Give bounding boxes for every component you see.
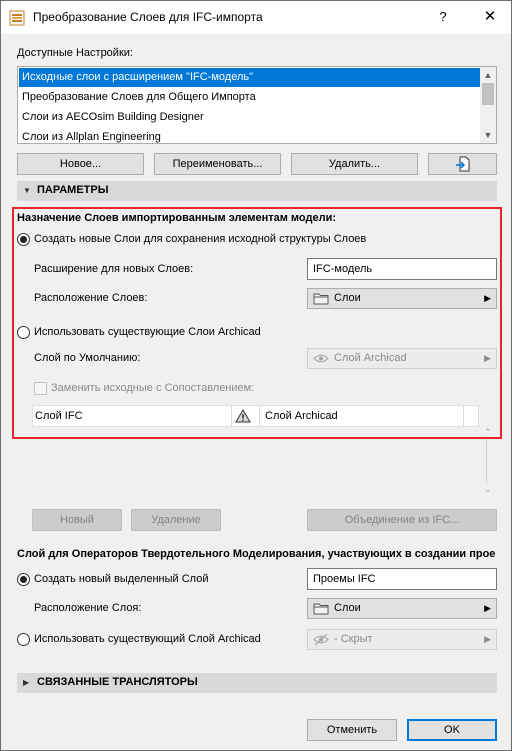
column-ifc-layer[interactable]: Слой IFC xyxy=(35,406,83,426)
layer-location-value: Слои xyxy=(334,292,361,304)
related-translators-header[interactable]: ▶ СВЯЗАННЫЕ ТРАНСЛЯТОРЫ xyxy=(17,673,497,693)
default-layer-popup[interactable]: Слой Archicad ▶ xyxy=(307,348,497,369)
create-dedicated-layer-radio[interactable] xyxy=(17,573,30,586)
dedicated-layer-field[interactable]: Проемы IFC xyxy=(307,568,497,590)
solid-layer-location-label: Расположение Слоя: xyxy=(34,602,142,614)
window-title: Преобразование Слоев для IFC-импорта xyxy=(33,10,263,24)
eye-icon xyxy=(313,633,329,646)
layer-location-label: Расположение Слоев: xyxy=(34,292,148,304)
scroll-down-icon[interactable]: ⌄ xyxy=(484,484,492,495)
extension-field[interactable]: IFC-модель xyxy=(307,258,497,280)
folder-icon xyxy=(313,603,329,615)
column-divider xyxy=(231,406,232,426)
use-existing-layers-radio[interactable] xyxy=(17,326,30,339)
layer-location-popup[interactable]: Слои ▶ xyxy=(307,288,497,309)
import-icon xyxy=(455,156,469,172)
list-item[interactable]: Слои из AECOsim Building Designer xyxy=(19,108,481,127)
default-layer-value: Слой Archicad xyxy=(334,352,407,364)
mapping-table-scrollbar[interactable]: ⌃ ⌄ xyxy=(482,427,496,497)
scroll-down-icon[interactable]: ▼ xyxy=(480,128,496,142)
use-existing-layer-radio[interactable] xyxy=(17,633,30,646)
chevron-right-icon: ▶ xyxy=(23,678,30,687)
import-button[interactable] xyxy=(428,153,497,175)
chevron-down-icon: ▼ xyxy=(23,186,31,195)
default-layer-label: Слой по Умолчанию: xyxy=(34,352,141,364)
replace-mapping-label: Заменить исходные с Сопоставлением: xyxy=(51,382,255,394)
solid-layer-location-popup[interactable]: Слои ▶ xyxy=(307,598,497,619)
scroll-up-icon[interactable]: ⌃ xyxy=(484,427,492,438)
use-existing-layer-label: Использовать существующий Слой Archicad xyxy=(34,633,261,645)
mapping-table-header: Слой IFC Слой Archicad xyxy=(32,405,479,427)
scroll-up-icon[interactable]: ▲ xyxy=(480,68,496,82)
settings-label: Доступные Настройки: xyxy=(17,47,133,59)
delete-setting-button[interactable]: Удалить... xyxy=(291,153,418,175)
list-item[interactable]: Преобразование Слоев для Общего Импорта xyxy=(19,88,481,107)
column-divider xyxy=(463,406,464,426)
list-scrollbar[interactable]: ▲ ▼ xyxy=(480,67,496,143)
mapping-new-button[interactable]: Новый xyxy=(32,509,122,531)
close-button[interactable]: ✕ xyxy=(479,7,501,27)
scroll-track xyxy=(486,439,487,483)
chevron-right-icon: ▶ xyxy=(484,603,491,613)
parameters-section-header[interactable]: ▼ ПАРАМЕТРЫ xyxy=(17,181,497,201)
create-new-layers-radio[interactable] xyxy=(17,233,30,246)
solid-layer-location-value: Слои xyxy=(334,602,361,614)
list-item[interactable]: Слои из Allplan Engineering xyxy=(19,128,481,143)
chevron-right-icon: ▶ xyxy=(484,293,491,303)
extension-label: Расширение для новых Слоев: xyxy=(34,263,194,275)
use-existing-layers-label: Использовать существующие Слои Archicad xyxy=(34,326,261,338)
title-bar: Преобразование Слоев для IFC-импорта ? ✕ xyxy=(1,1,511,34)
list-item[interactable]: Исходные слои с расширением "IFC-модель" xyxy=(19,68,481,87)
folder-icon xyxy=(313,293,329,305)
parameters-section-title: ПАРАМЕТРЫ xyxy=(37,184,109,196)
warning-icon xyxy=(235,409,251,423)
create-dedicated-layer-label: Создать новый выделенный Слой xyxy=(34,573,209,585)
chevron-right-icon: ▶ xyxy=(484,634,491,644)
rename-setting-button[interactable]: Переименовать... xyxy=(154,153,281,175)
ok-button[interactable]: OK xyxy=(407,719,497,741)
dialog-window: Преобразование Слоев для IFC-импорта ? ✕… xyxy=(0,0,512,751)
chevron-right-icon: ▶ xyxy=(484,353,491,363)
mapping-delete-button[interactable]: Удаление xyxy=(131,509,221,531)
existing-layer-popup[interactable]: - Скрыт ▶ xyxy=(307,629,497,650)
new-setting-button[interactable]: Новое... xyxy=(17,153,144,175)
assign-layers-title: Назначение Слоев импортированным элемент… xyxy=(17,212,337,224)
eye-icon xyxy=(313,354,329,363)
column-divider xyxy=(259,406,260,426)
scroll-thumb[interactable] xyxy=(482,83,494,105)
settings-list[interactable]: Исходные слои с расширением "IFC-модель"… xyxy=(17,66,497,144)
app-icon xyxy=(9,10,25,26)
column-archicad-layer[interactable]: Слой Archicad xyxy=(265,406,338,426)
cancel-button[interactable]: Отменить xyxy=(307,719,397,741)
replace-mapping-checkbox[interactable] xyxy=(34,382,47,395)
solid-ops-title: Слой для Операторов Твердотельного Модел… xyxy=(17,548,496,560)
help-button[interactable]: ? xyxy=(433,7,453,27)
create-new-layers-label: Создать новые Слои для сохранения исходн… xyxy=(34,233,367,245)
merge-from-ifc-button[interactable]: Объединение из IFC... xyxy=(307,509,497,531)
related-translators-title: СВЯЗАННЫЕ ТРАНСЛЯТОРЫ xyxy=(37,676,198,688)
existing-layer-value: - Скрыт xyxy=(334,633,373,645)
